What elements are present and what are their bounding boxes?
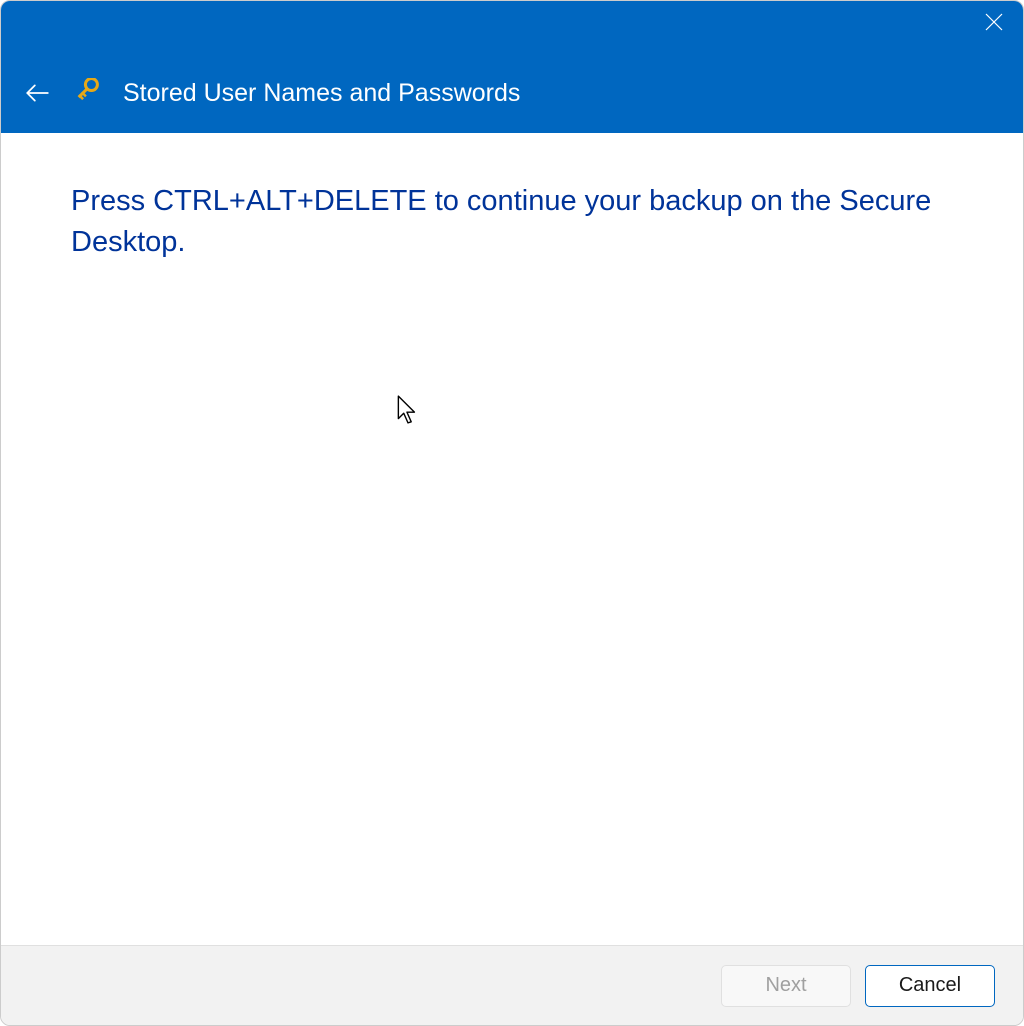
close-button[interactable] [965,1,1023,43]
header: Stored User Names and Passwords [1,53,1023,133]
back-button[interactable] [21,77,53,109]
dialog-title: Stored User Names and Passwords [123,79,520,108]
instruction-text: Press CTRL+ALT+DELETE to continue your b… [71,181,953,262]
content-area: Press CTRL+ALT+DELETE to continue your b… [1,133,1023,945]
next-button[interactable]: Next [721,965,851,1007]
cursor-icon [396,395,420,425]
close-icon [985,13,1003,31]
dialog-window: Stored User Names and Passwords Press CT… [0,0,1024,1026]
footer: Next Cancel [1,945,1023,1025]
key-icon [75,78,105,108]
back-arrow-icon [24,80,50,106]
cancel-button[interactable]: Cancel [865,965,995,1007]
titlebar [1,1,1023,53]
